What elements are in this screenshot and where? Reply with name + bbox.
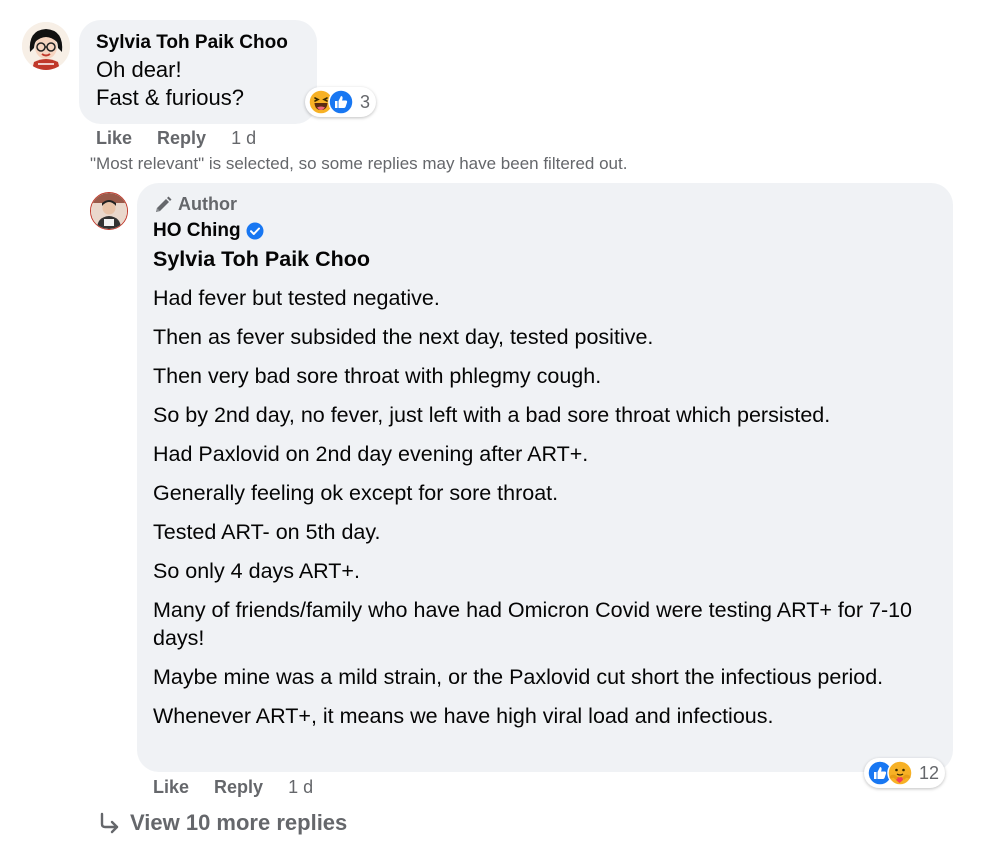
filter-note: "Most relevant" is selected, so some rep… (90, 154, 628, 173)
reply-paragraph: So by 2nd day, no fever, just left with … (153, 403, 831, 427)
like-button[interactable]: Like (153, 777, 189, 798)
pencil-icon (153, 195, 173, 215)
reply-arrow-icon (98, 811, 122, 835)
like-icon (328, 89, 354, 115)
reply-paragraph: So only 4 days ART+. (153, 559, 360, 583)
reply-paragraph: Tested ART- on 5th day. (153, 520, 381, 544)
reply-paragraph: Had Paxlovid on 2nd day evening after AR… (153, 442, 589, 466)
comment-line: Fast & furious? (96, 85, 244, 110)
reply-author-name[interactable]: HO Ching (153, 220, 241, 242)
mention-link[interactable]: Sylvia Toh Paik Choo (153, 247, 370, 272)
reply-button[interactable]: Reply (157, 128, 206, 149)
comment-line: Oh dear! (96, 57, 182, 82)
reaction-count: 12 (919, 762, 940, 783)
comment-actions: Like Reply 1 d (96, 128, 256, 149)
reply-body: Had fever but tested negative. Then as f… (153, 284, 933, 741)
comment-reactions[interactable]: 3 (305, 87, 377, 117)
comment-timestamp[interactable]: 1 d (231, 128, 256, 149)
reply-paragraph: Then very bad sore throat with phlegmy c… (153, 364, 602, 388)
reply-actions: Like Reply 1 d (153, 777, 313, 798)
reply-paragraph: Had fever but tested negative. (153, 286, 440, 310)
view-more-replies-button[interactable]: View 10 more replies (98, 810, 347, 836)
commenter-avatar[interactable] (22, 22, 70, 70)
like-button[interactable]: Like (96, 128, 132, 149)
reply-author-avatar[interactable] (90, 192, 128, 230)
care-icon (887, 760, 913, 786)
reaction-count: 3 (360, 91, 371, 112)
author-badge: Author (153, 194, 237, 215)
verified-badge-icon (246, 222, 264, 240)
reply-paragraph: Maybe mine was a mild strain, or the Pax… (153, 665, 884, 689)
reply-paragraph: Many of friends/family who have had Omic… (153, 598, 913, 650)
view-more-label: View 10 more replies (130, 810, 348, 835)
reply-paragraph: Then as fever subsided the next day, tes… (153, 325, 654, 349)
reply-bubble: Author HO Ching Sylvia Toh Paik Choo Had… (137, 183, 953, 772)
comment-author-name[interactable]: Sylvia Toh Paik Choo (96, 32, 288, 54)
reply-paragraph: Generally feeling ok except for sore thr… (153, 481, 559, 505)
reply-timestamp[interactable]: 1 d (288, 777, 313, 798)
reply-button[interactable]: Reply (214, 777, 263, 798)
reply-reactions[interactable]: 12 (864, 758, 946, 788)
author-badge-label: Author (178, 194, 237, 214)
comment-text: Oh dear! Fast & furious? (96, 56, 244, 112)
comment-bubble: Sylvia Toh Paik Choo Oh dear! Fast & fur… (79, 20, 317, 124)
reply-paragraph: Whenever ART+, it means we have high vir… (153, 704, 774, 728)
